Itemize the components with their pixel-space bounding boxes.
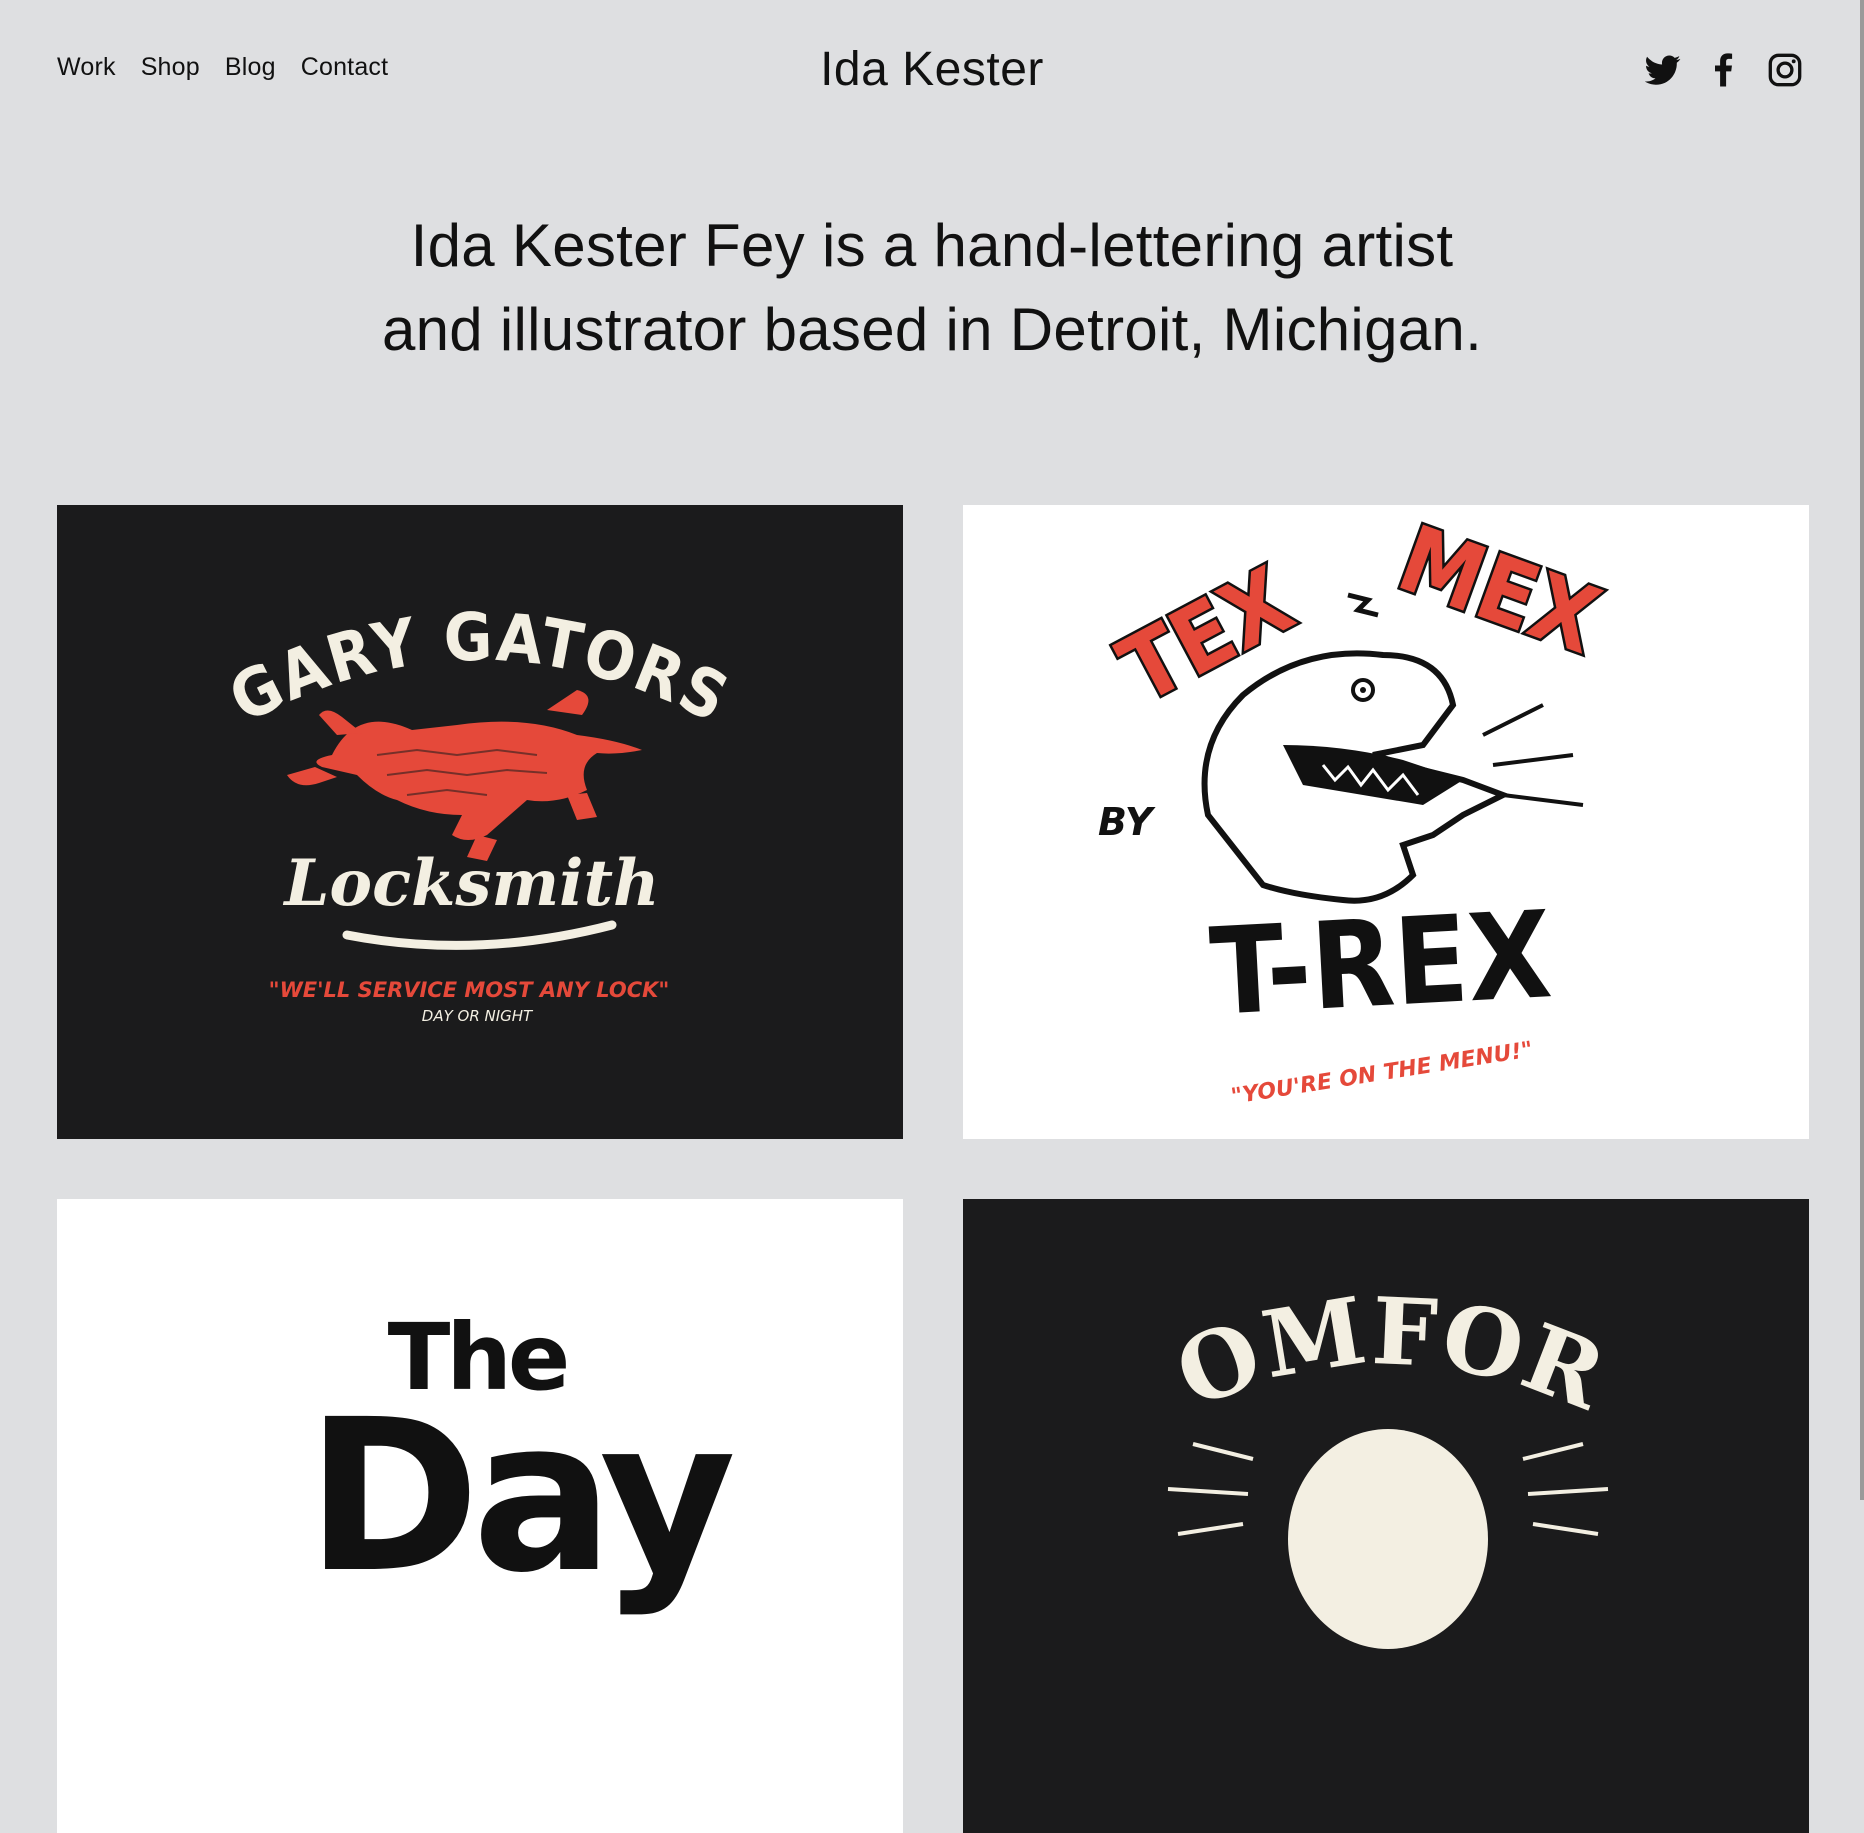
gary-gators-artwork: GARY GATORS Locksmith "WE'LL SERVICE MOS… bbox=[217, 599, 741, 1025]
intro-line-2: and illustrator based in Detroit, Michig… bbox=[381, 296, 1483, 363]
gary-gators-quote: "WE'LL SERVICE MOST ANY LOCK" bbox=[269, 978, 670, 1002]
facebook-icon[interactable] bbox=[1706, 52, 1742, 88]
scrollbar[interactable] bbox=[1860, 0, 1864, 1500]
gary-gators-title: GARY GATORS bbox=[217, 599, 741, 738]
tex-mex-main: T-REX bbox=[1207, 886, 1555, 1043]
tex-mex-artwork: TEX MEX BY T-REX "YOU'RE ON THE MENU!" bbox=[1098, 505, 1615, 1110]
intro-text: Ida Kester Fey is a hand-lettering artis… bbox=[0, 204, 1864, 372]
social-links bbox=[1645, 52, 1803, 88]
skull-illustration bbox=[1167, 1429, 1609, 1649]
site-title[interactable]: Ida Kester bbox=[0, 42, 1864, 97]
page: Work Shop Blog Contact Ida Kester Ida Ke… bbox=[0, 0, 1860, 1833]
project-tile-the-day[interactable]: The Day bbox=[57, 1199, 903, 1833]
project-tile-tex-mex[interactable]: TEX MEX BY T-REX "YOU'RE ON THE MENU!" bbox=[963, 505, 1809, 1139]
gary-gators-sub: DAY OR NIGHT bbox=[422, 1007, 534, 1025]
tex-mex-quote: "YOU'RE ON THE MENU!" bbox=[1229, 1037, 1534, 1109]
project-tile-comfort[interactable]: COMFORT bbox=[963, 1199, 1809, 1833]
gary-gators-script: Locksmith bbox=[282, 846, 659, 921]
tex-mex-right: MEX bbox=[1385, 505, 1612, 675]
the-day-artwork: The Day bbox=[306, 1304, 742, 1619]
twitter-icon[interactable] bbox=[1645, 52, 1681, 88]
instagram-icon[interactable] bbox=[1767, 52, 1803, 88]
intro-line-1: Ida Kester Fey is a hand-lettering artis… bbox=[410, 212, 1454, 279]
trex-illustration bbox=[1201, 650, 1584, 904]
comfort-title: COMFORT bbox=[963, 1199, 1619, 1431]
the-day-big: Day bbox=[306, 1374, 734, 1619]
comfort-artwork: COMFORT bbox=[963, 1199, 1619, 1649]
project-tile-gary-gators[interactable]: GARY GATORS Locksmith "WE'LL SERVICE MOS… bbox=[57, 505, 903, 1139]
tex-mex-by: BY bbox=[1098, 800, 1156, 844]
